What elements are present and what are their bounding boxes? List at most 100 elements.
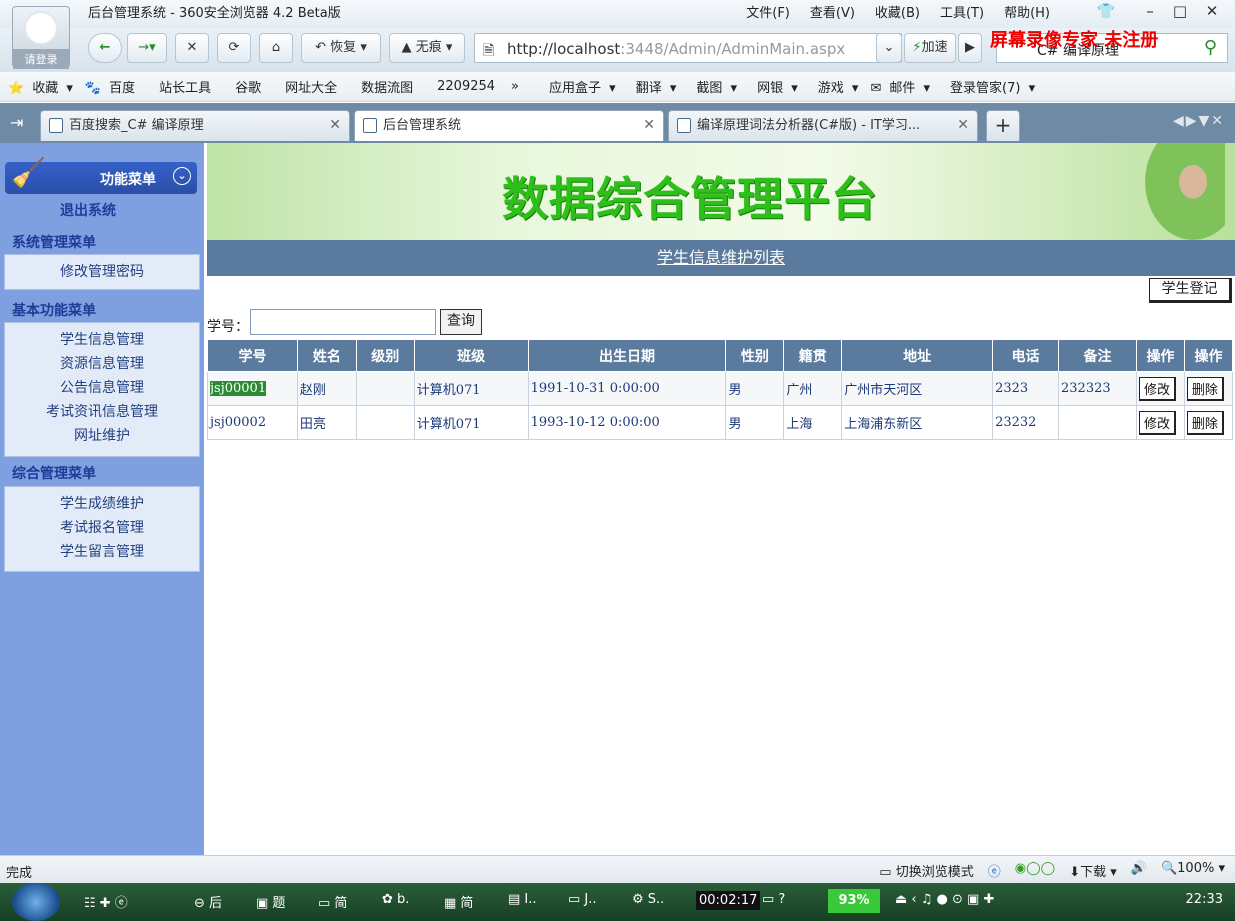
tab-compiler-article[interactable]: 编译原理词法分析器(C#版) - IT学习... ✕ xyxy=(668,110,978,141)
home-button[interactable]: ⌂ xyxy=(259,33,293,63)
taskbar-item[interactable]: ⊖ 后 xyxy=(194,892,222,911)
fav-number[interactable]: 2209254 xyxy=(429,79,499,94)
fav-login-manager[interactable]: 登录管家(7) ▾ xyxy=(942,77,1035,96)
start-button[interactable] xyxy=(12,883,60,921)
toggle-icon[interactable]: ◉◯◯ xyxy=(1015,861,1055,880)
fav-webmaster[interactable]: 站长工具 xyxy=(151,77,215,96)
speedup-button[interactable]: ⚡加速 xyxy=(904,33,956,63)
fav-mail[interactable]: ✉ 邮件 ▾ xyxy=(870,77,930,96)
taskbar-item[interactable]: ▭ J.. xyxy=(568,892,597,907)
sidebar-item-change-password[interactable]: 修改管理密码 xyxy=(5,260,199,284)
menu-tools[interactable]: 工具(T) xyxy=(940,2,984,21)
volume-icon[interactable]: 🔊 xyxy=(1131,861,1147,880)
tab-close-icon[interactable]: ✕ xyxy=(957,111,969,140)
quick-launch-icons[interactable]: ☷ ✚ ⓔ xyxy=(84,892,128,911)
col-header: 备注 xyxy=(1058,339,1137,372)
list-title-link[interactable]: 学生信息维护列表 xyxy=(207,240,1235,276)
skin-icon[interactable]: 👕 xyxy=(1091,0,1121,24)
sidebar-toggle-icon[interactable]: ⇥ xyxy=(10,113,23,132)
logout-link[interactable]: 退出系统 xyxy=(60,200,116,220)
new-tab-button[interactable]: + xyxy=(986,110,1020,141)
fav-games[interactable]: 游戏 ▾ xyxy=(810,77,859,96)
banner-title: 数据综合管理平台 xyxy=(502,172,878,226)
fav-more[interactable]: » xyxy=(511,79,519,94)
play-icon[interactable]: ▶ xyxy=(958,33,982,63)
taskbar-item[interactable]: ▭ 简 xyxy=(318,892,347,911)
fav-navigator[interactable]: 网址大全 xyxy=(277,77,341,96)
menu-favorites[interactable]: 收藏(B) xyxy=(875,2,920,21)
cell-delete: 删除 xyxy=(1183,405,1234,440)
tab-favicon xyxy=(363,118,377,133)
search-icon[interactable]: ⚲ xyxy=(1204,37,1217,58)
col-header: 班级 xyxy=(413,339,529,372)
address-bar[interactable]: 🗎 http://localhost:3448/Admin/AdminMain.… xyxy=(474,33,902,63)
window-title: 后台管理系统 - 360安全浏览器 4.2 Beta版 xyxy=(88,6,341,21)
sidebar-item-grades[interactable]: 学生成绩维护 xyxy=(5,492,199,516)
col-header: 出生日期 xyxy=(527,339,727,372)
restore-button[interactable]: ↶ 恢复 ▾ xyxy=(301,33,381,63)
fav-dataflow[interactable]: 数据流图 xyxy=(353,77,417,96)
download-button[interactable]: ⬇下载 ▾ xyxy=(1069,861,1117,880)
student-id-input[interactable] xyxy=(250,309,436,335)
fav-screenshot[interactable]: 截图 ▾ xyxy=(688,77,737,96)
cell-id[interactable]: jsj00002 xyxy=(207,405,298,440)
back-button[interactable]: ← xyxy=(88,33,122,63)
user-avatar[interactable]: 请登录 xyxy=(12,6,70,69)
tab-nav-icons[interactable]: ◀▶▼✕ xyxy=(1173,113,1225,129)
edit-button[interactable]: 修改 xyxy=(1138,376,1176,401)
fav-appbox[interactable]: 应用盒子 ▾ xyxy=(541,77,616,96)
refresh-button[interactable]: ⟳ xyxy=(217,33,251,63)
recorder-controls[interactable]: ▭ ? xyxy=(762,892,785,907)
delete-button[interactable]: 删除 xyxy=(1186,410,1224,435)
restore-label: 恢复 xyxy=(330,40,357,55)
sidebar-group-basic: 学生信息管理 资源信息管理 公告信息管理 考试资讯信息管理 网址维护 xyxy=(4,322,200,457)
fav-collect[interactable]: ⭐ 收藏 ▾ xyxy=(8,77,73,96)
cell-delete: 删除 xyxy=(1183,371,1234,406)
menu-view[interactable]: 查看(V) xyxy=(810,2,855,21)
maximize-button[interactable]: □ xyxy=(1165,0,1195,24)
fav-translate[interactable]: 翻译 ▾ xyxy=(628,77,677,96)
taskbar-item[interactable]: ▦ 简 xyxy=(444,892,473,911)
close-window-button[interactable]: ✕ xyxy=(1197,0,1227,24)
cell-id[interactable]: jsj00001 xyxy=(207,371,298,406)
tray-icons[interactable]: ⏏ ‹ ♫ ● ⊙ ▣ ✚ xyxy=(895,892,994,907)
status-bar: 完成 ▭ 切换浏览模式 ⓔ ◉◯◯ ⬇下载 ▾ 🔊 🔍100% ▾ xyxy=(0,855,1235,883)
sidebar-item-student-info[interactable]: 学生信息管理 xyxy=(5,328,199,352)
forward-button[interactable]: →▾ xyxy=(127,33,167,63)
taskbar-item[interactable]: ✿ b. xyxy=(382,892,409,907)
collapse-icon[interactable]: ⌄ xyxy=(173,167,191,185)
sidebar-item-url-maintenance[interactable]: 网址维护 xyxy=(5,424,199,448)
query-button[interactable]: 查询 xyxy=(440,309,482,335)
taskbar-item[interactable]: ⚙ S.. xyxy=(632,892,664,907)
fav-google[interactable]: 谷歌 xyxy=(227,77,265,96)
menu-help[interactable]: 帮助(H) xyxy=(1004,2,1050,21)
menu-file[interactable]: 文件(F) xyxy=(746,2,790,21)
incognito-button[interactable]: ▲ 无痕 ▾ xyxy=(389,33,465,63)
tab-baidu-search[interactable]: 百度搜索_C# 编译原理 ✕ xyxy=(40,110,350,141)
cell-birth: 1993-10-12 0:00:00 xyxy=(527,405,727,440)
tab-admin-system[interactable]: 后台管理系统 ✕ xyxy=(354,110,664,141)
sidebar-item-messages[interactable]: 学生留言管理 xyxy=(5,540,199,564)
sidebar-item-exam-registration[interactable]: 考试报名管理 xyxy=(5,516,199,540)
ie-icon[interactable]: ⓔ xyxy=(988,861,1001,880)
cell-class: 计算机071 xyxy=(413,405,529,440)
address-dropdown-icon[interactable]: ⌄ xyxy=(876,33,902,63)
fav-bank[interactable]: 网银 ▾ xyxy=(749,77,798,96)
switch-mode-button[interactable]: ▭ 切换浏览模式 xyxy=(879,861,973,880)
delete-button[interactable]: 删除 xyxy=(1186,376,1224,401)
sidebar-item-notice-info[interactable]: 公告信息管理 xyxy=(5,376,199,400)
sidebar-item-exam-news[interactable]: 考试资讯信息管理 xyxy=(5,400,199,424)
student-register-button[interactable]: 学生登记 xyxy=(1149,278,1232,303)
fav-baidu[interactable]: 🐾 百度 xyxy=(85,77,139,96)
taskbar-item[interactable]: ▤ I.. xyxy=(508,892,537,907)
title-bar: 后台管理系统 - 360安全浏览器 4.2 Beta版 文件(F) 查看(V) … xyxy=(0,0,1235,28)
minimize-button[interactable]: – xyxy=(1135,0,1165,24)
taskbar-item[interactable]: ▣ 题 xyxy=(256,892,285,911)
tab-close-icon[interactable]: ✕ xyxy=(329,111,341,140)
cell-phone: 2323 xyxy=(992,371,1060,406)
sidebar-item-resource-info[interactable]: 资源信息管理 xyxy=(5,352,199,376)
zoom-control[interactable]: 🔍100% ▾ xyxy=(1161,861,1225,880)
stop-button[interactable]: ✕ xyxy=(175,33,209,63)
edit-button[interactable]: 修改 xyxy=(1138,410,1176,435)
tab-close-icon[interactable]: ✕ xyxy=(643,111,655,140)
